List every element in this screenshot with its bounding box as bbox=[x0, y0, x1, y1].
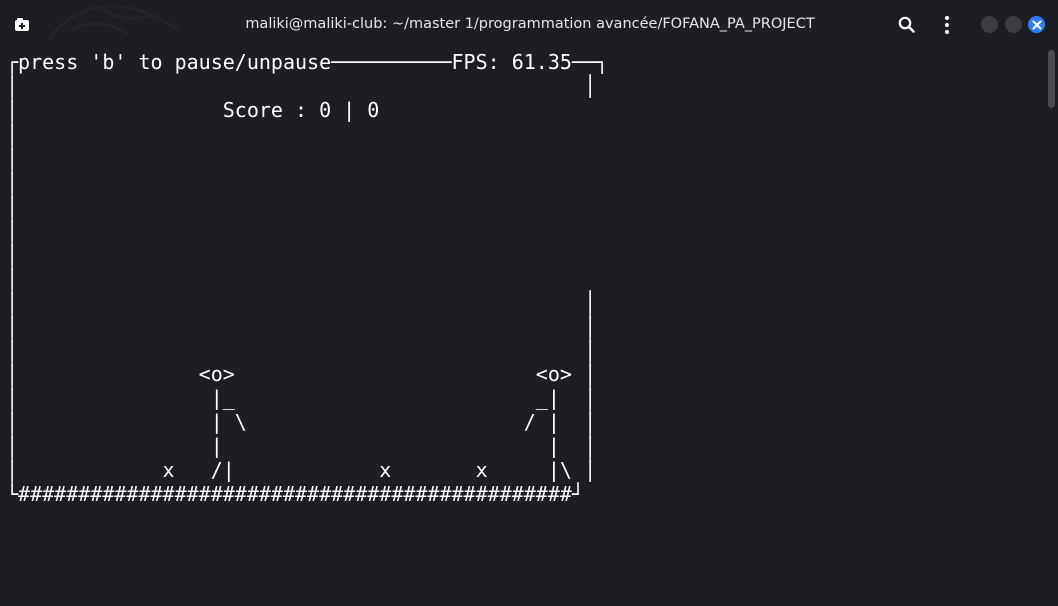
menu-button[interactable] bbox=[936, 14, 958, 36]
game-frame-top: ┌press 'b' to pause/unpause──────────FPS… bbox=[6, 50, 609, 74]
window-title: maliki@maliki-club: ~/master 1/programma… bbox=[245, 16, 815, 32]
close-button[interactable] bbox=[1028, 16, 1045, 33]
game-row: │ bbox=[6, 122, 597, 146]
player-arms-row: │ |_ _| │ bbox=[6, 386, 597, 410]
game-row: │ │ bbox=[6, 338, 597, 362]
new-tab-icon bbox=[15, 18, 29, 31]
scrollbar[interactable] bbox=[1048, 50, 1055, 108]
titlebar: maliki@maliki-club: ~/master 1/programma… bbox=[0, 0, 1058, 48]
game-row: │ │ bbox=[6, 74, 597, 98]
player-legs-row: │ x /| x x |\ │ bbox=[6, 458, 597, 482]
close-icon bbox=[1032, 20, 1041, 29]
minimize-button[interactable] bbox=[981, 16, 998, 33]
game-ground-row: └#######################################… bbox=[6, 482, 584, 506]
game-row: │ bbox=[6, 218, 597, 242]
player-heads-row: │ <o> <o> │ bbox=[6, 362, 597, 386]
kali-dragon-watermark bbox=[46, 4, 181, 41]
player-body-row: │ | | │ bbox=[6, 434, 597, 458]
maximize-button[interactable] bbox=[1005, 16, 1022, 33]
game-screen: ┌press 'b' to pause/unpause──────────FPS… bbox=[6, 50, 608, 506]
new-tab-button[interactable] bbox=[10, 14, 34, 36]
score-row: │ Score : 0 | 0 bbox=[6, 98, 597, 122]
game-row: │ bbox=[6, 146, 597, 170]
terminal-window: maliki@maliki-club: ~/master 1/programma… bbox=[0, 0, 1058, 606]
search-button[interactable] bbox=[896, 14, 918, 36]
game-row: │ bbox=[6, 266, 597, 290]
kebab-menu-icon bbox=[945, 16, 949, 34]
game-row: │ bbox=[6, 194, 597, 218]
game-row: │ bbox=[6, 242, 597, 266]
player-arms-row: │ | \ / | │ bbox=[6, 410, 597, 434]
game-row: │ bbox=[6, 170, 597, 194]
game-row: │ │ bbox=[6, 314, 597, 338]
search-icon bbox=[898, 16, 915, 33]
game-row: │ │ bbox=[6, 290, 597, 314]
